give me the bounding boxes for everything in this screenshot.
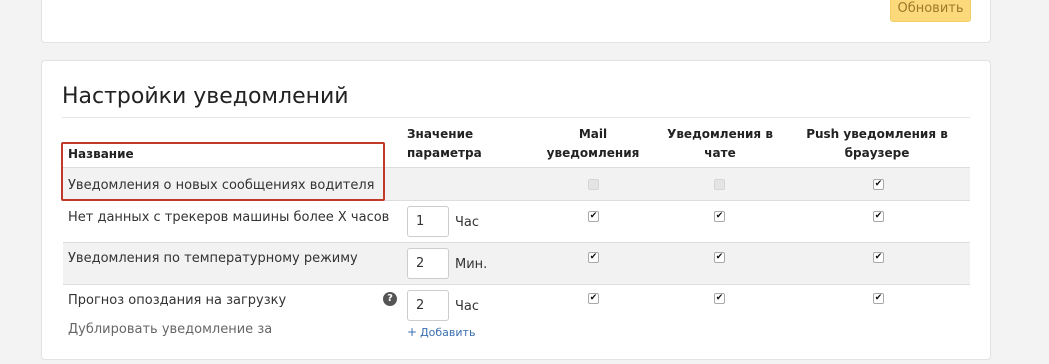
push-checkbox[interactable]: ✔ <box>873 293 884 304</box>
top-panel: Обновить <box>41 0 991 43</box>
table-row: Уведомления по температурному режиму 2 М… <box>63 242 970 284</box>
row-name: Нет данных с трекеров машины более X час… <box>68 210 390 225</box>
check-icon: ✔ <box>715 293 724 303</box>
refresh-button[interactable]: Обновить <box>890 0 971 22</box>
minutes-input[interactable]: 2 <box>407 248 449 279</box>
add-link-label: Добавить <box>420 326 476 339</box>
column-header-push-line2: браузере <box>844 146 910 160</box>
duplicate-notification-label: Дублировать уведомление за <box>68 322 273 337</box>
hours-before-input[interactable]: 2 <box>407 290 449 321</box>
column-header-chat: Уведомления в чате <box>657 125 783 163</box>
mail-checkbox <box>588 179 599 190</box>
check-icon: ✔ <box>874 293 883 303</box>
column-header-mail-line1: Mail <box>578 127 608 141</box>
row-name: Уведомления о новых сообщениях водителя <box>68 178 375 193</box>
check-icon: ✔ <box>874 252 883 262</box>
table-row: Уведомления о новых сообщениях водителя … <box>63 167 970 200</box>
column-header-chat-line1: Уведомления в <box>667 127 773 141</box>
check-icon: ✔ <box>589 211 598 221</box>
column-header-mail-line2: уведомления <box>546 146 640 160</box>
page-title: Настройки уведомлений <box>62 84 349 109</box>
unit-label: Мин. <box>455 257 488 272</box>
push-checkbox[interactable]: ✔ <box>873 179 884 190</box>
chat-checkbox[interactable]: ✔ <box>714 211 725 222</box>
push-checkbox[interactable]: ✔ <box>873 252 884 263</box>
table-row: Прогноз опоздания на загрузку ? Дублиров… <box>63 284 970 364</box>
check-icon: ✔ <box>589 252 598 262</box>
mail-checkbox[interactable]: ✔ <box>588 211 599 222</box>
notification-settings-panel: Настройки уведомлений Название Значение … <box>41 60 991 360</box>
unit-label: Час <box>455 299 480 314</box>
hours-input[interactable]: 1 <box>407 206 449 237</box>
row-name: Уведомления по температурному режиму <box>68 251 358 266</box>
check-icon: ✔ <box>874 179 883 189</box>
mail-checkbox[interactable]: ✔ <box>588 293 599 304</box>
check-icon: ✔ <box>874 211 883 221</box>
check-icon: ✔ <box>715 211 724 221</box>
chat-checkbox <box>714 179 725 190</box>
title-divider <box>62 117 970 118</box>
add-link[interactable]: + Добавить <box>407 325 475 339</box>
chat-checkbox[interactable]: ✔ <box>714 252 725 263</box>
push-checkbox[interactable]: ✔ <box>873 211 884 222</box>
check-icon: ✔ <box>715 252 724 262</box>
plus-icon: + <box>407 325 418 339</box>
column-header-param: Значение параметра <box>407 125 482 163</box>
check-icon: ✔ <box>589 293 598 303</box>
column-header-push-line1: Push уведомления в <box>806 127 948 141</box>
column-header-mail: Mail уведомления <box>532 125 654 163</box>
unit-label: Час <box>455 215 480 230</box>
column-header-param-line1: Значение <box>407 127 474 141</box>
table-row: Нет данных с трекеров машины более X час… <box>63 200 970 242</box>
column-header-param-line2: параметра <box>407 146 482 160</box>
help-icon[interactable]: ? <box>383 292 397 306</box>
column-header-chat-line2: чате <box>704 146 736 160</box>
row-name: Прогноз опоздания на загрузку <box>68 293 287 308</box>
column-header-push: Push уведомления в браузере <box>797 125 957 163</box>
column-header-name: Название <box>68 147 134 161</box>
mail-checkbox[interactable]: ✔ <box>588 252 599 263</box>
chat-checkbox[interactable]: ✔ <box>714 293 725 304</box>
